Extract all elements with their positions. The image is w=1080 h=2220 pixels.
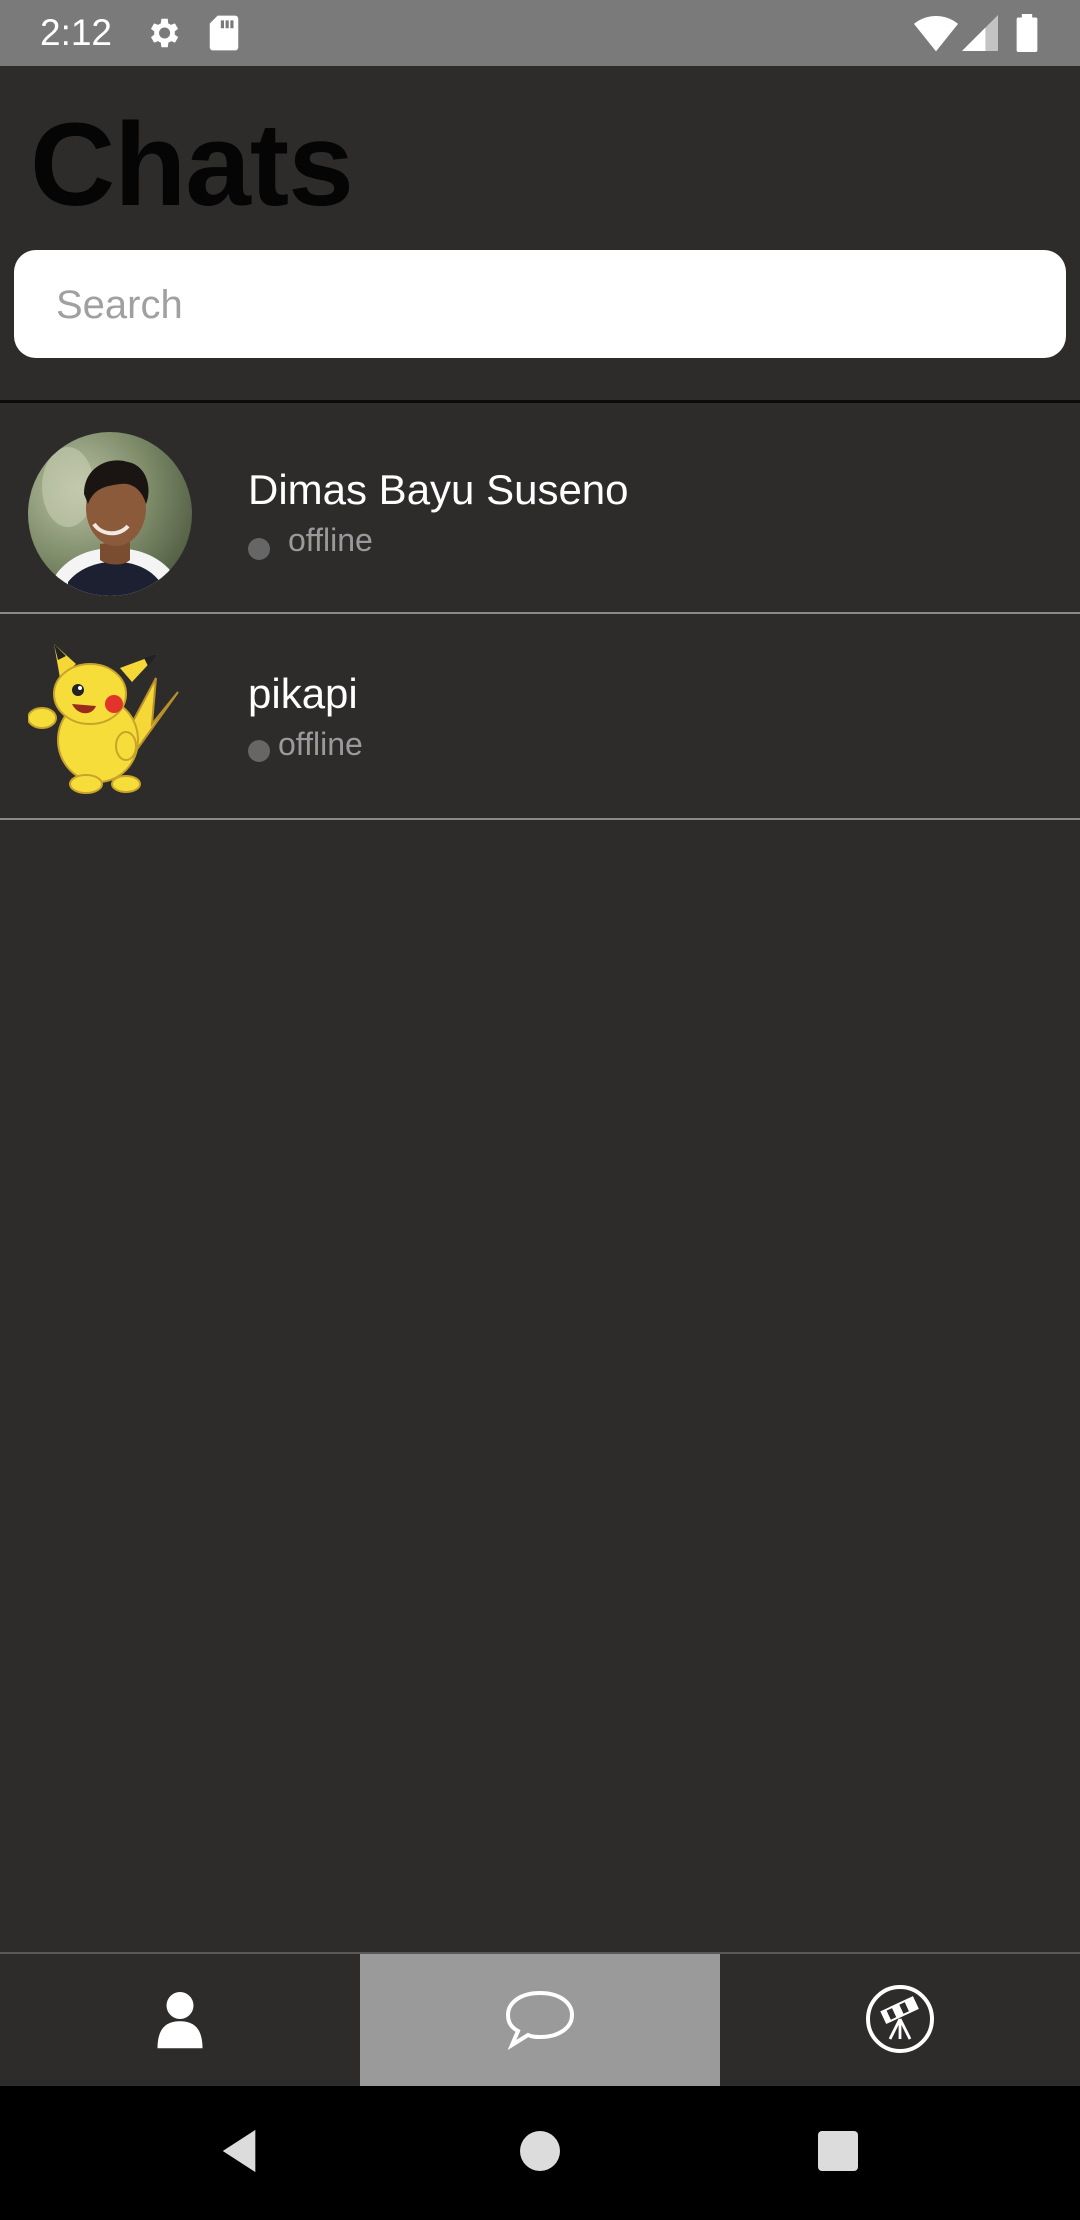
status-bar: 2:12 [0,0,1080,66]
home-button[interactable] [480,2086,600,2220]
bottom-nav [0,1952,1080,2088]
status-label: offline [288,522,373,558]
chat-list-item[interactable]: Dimas Bayu Suseno offline [0,408,1080,614]
gear-icon [144,14,182,57]
system-nav-bar [0,2086,1080,2220]
tab-explore[interactable] [720,1954,1080,2088]
battery-icon [1016,14,1038,57]
home-icon [520,2130,560,2176]
back-icon [220,2128,260,2179]
recents-button[interactable] [778,2086,898,2220]
avatar[interactable] [28,432,192,596]
back-button[interactable] [180,2086,300,2220]
search-input[interactable] [54,250,1038,360]
telescope-icon [864,1983,936,2060]
status-dot [248,538,270,560]
tab-chats[interactable] [360,1954,720,2088]
user-icon [153,1989,207,2054]
contact-name: pikapi [248,670,358,717]
status-dot [248,740,270,762]
tab-profile[interactable] [0,1954,360,2088]
search-bar[interactable] [14,250,1066,360]
wifi-icon [914,14,958,57]
recents-icon [818,2130,858,2176]
contact-name: Dimas Bayu Suseno [248,466,629,513]
chat-list-item[interactable]: pikapi offline [0,614,1080,820]
status-label: offline [278,726,363,762]
sd-card-icon [208,14,240,57]
signal-icon [962,14,998,57]
avatar[interactable] [27,638,192,802]
header-divider [0,400,1080,403]
status-time: 2:12 [40,12,113,53]
page-title: Chats [30,99,354,231]
chat-bubble-icon [504,1988,576,2055]
